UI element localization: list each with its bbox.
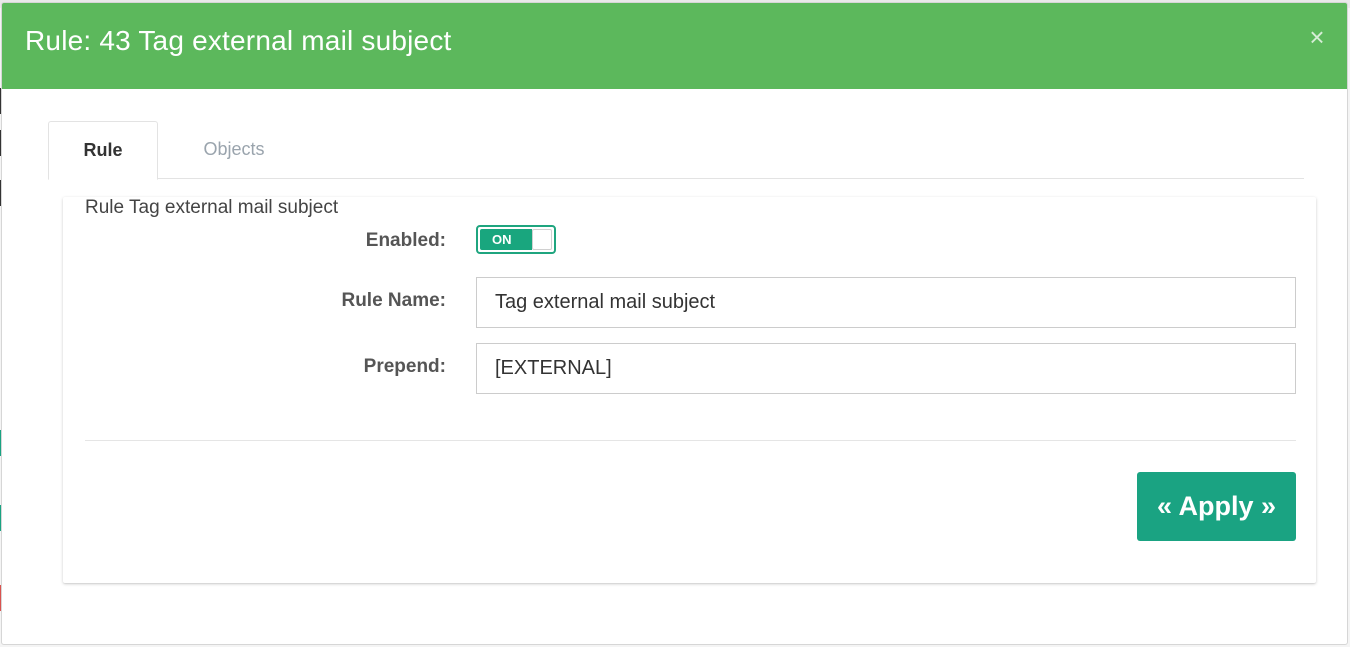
rule-modal: Rule: 43 Tag external mail subject × Rul… [1,2,1348,645]
close-icon[interactable]: × [1305,23,1329,51]
enabled-toggle[interactable]: ON [476,225,556,254]
prepend-input[interactable] [476,343,1296,394]
apply-button[interactable]: « Apply » [1137,472,1296,541]
modal-title: Rule: 43 Tag external mail subject [25,25,452,56]
modal-header: Rule: 43 Tag external mail subject × [2,3,1347,89]
tab-bar: Rule Objects [48,121,1304,180]
rule-name-label: Rule Name: [341,290,446,311]
rule-name-input[interactable] [476,277,1296,328]
toggle-knob [532,229,552,250]
toggle-on-label: ON [480,229,532,250]
rule-panel: Rule Tag external mail subject Enabled: … [63,197,1316,583]
panel-caption: Rule Tag external mail subject [85,197,339,218]
form-divider [85,440,1296,441]
tab-objects[interactable]: Objects [179,121,289,179]
prepend-label: Prepend: [363,356,446,377]
enabled-label: Enabled: [365,230,446,251]
tab-rule[interactable]: Rule [48,121,158,180]
